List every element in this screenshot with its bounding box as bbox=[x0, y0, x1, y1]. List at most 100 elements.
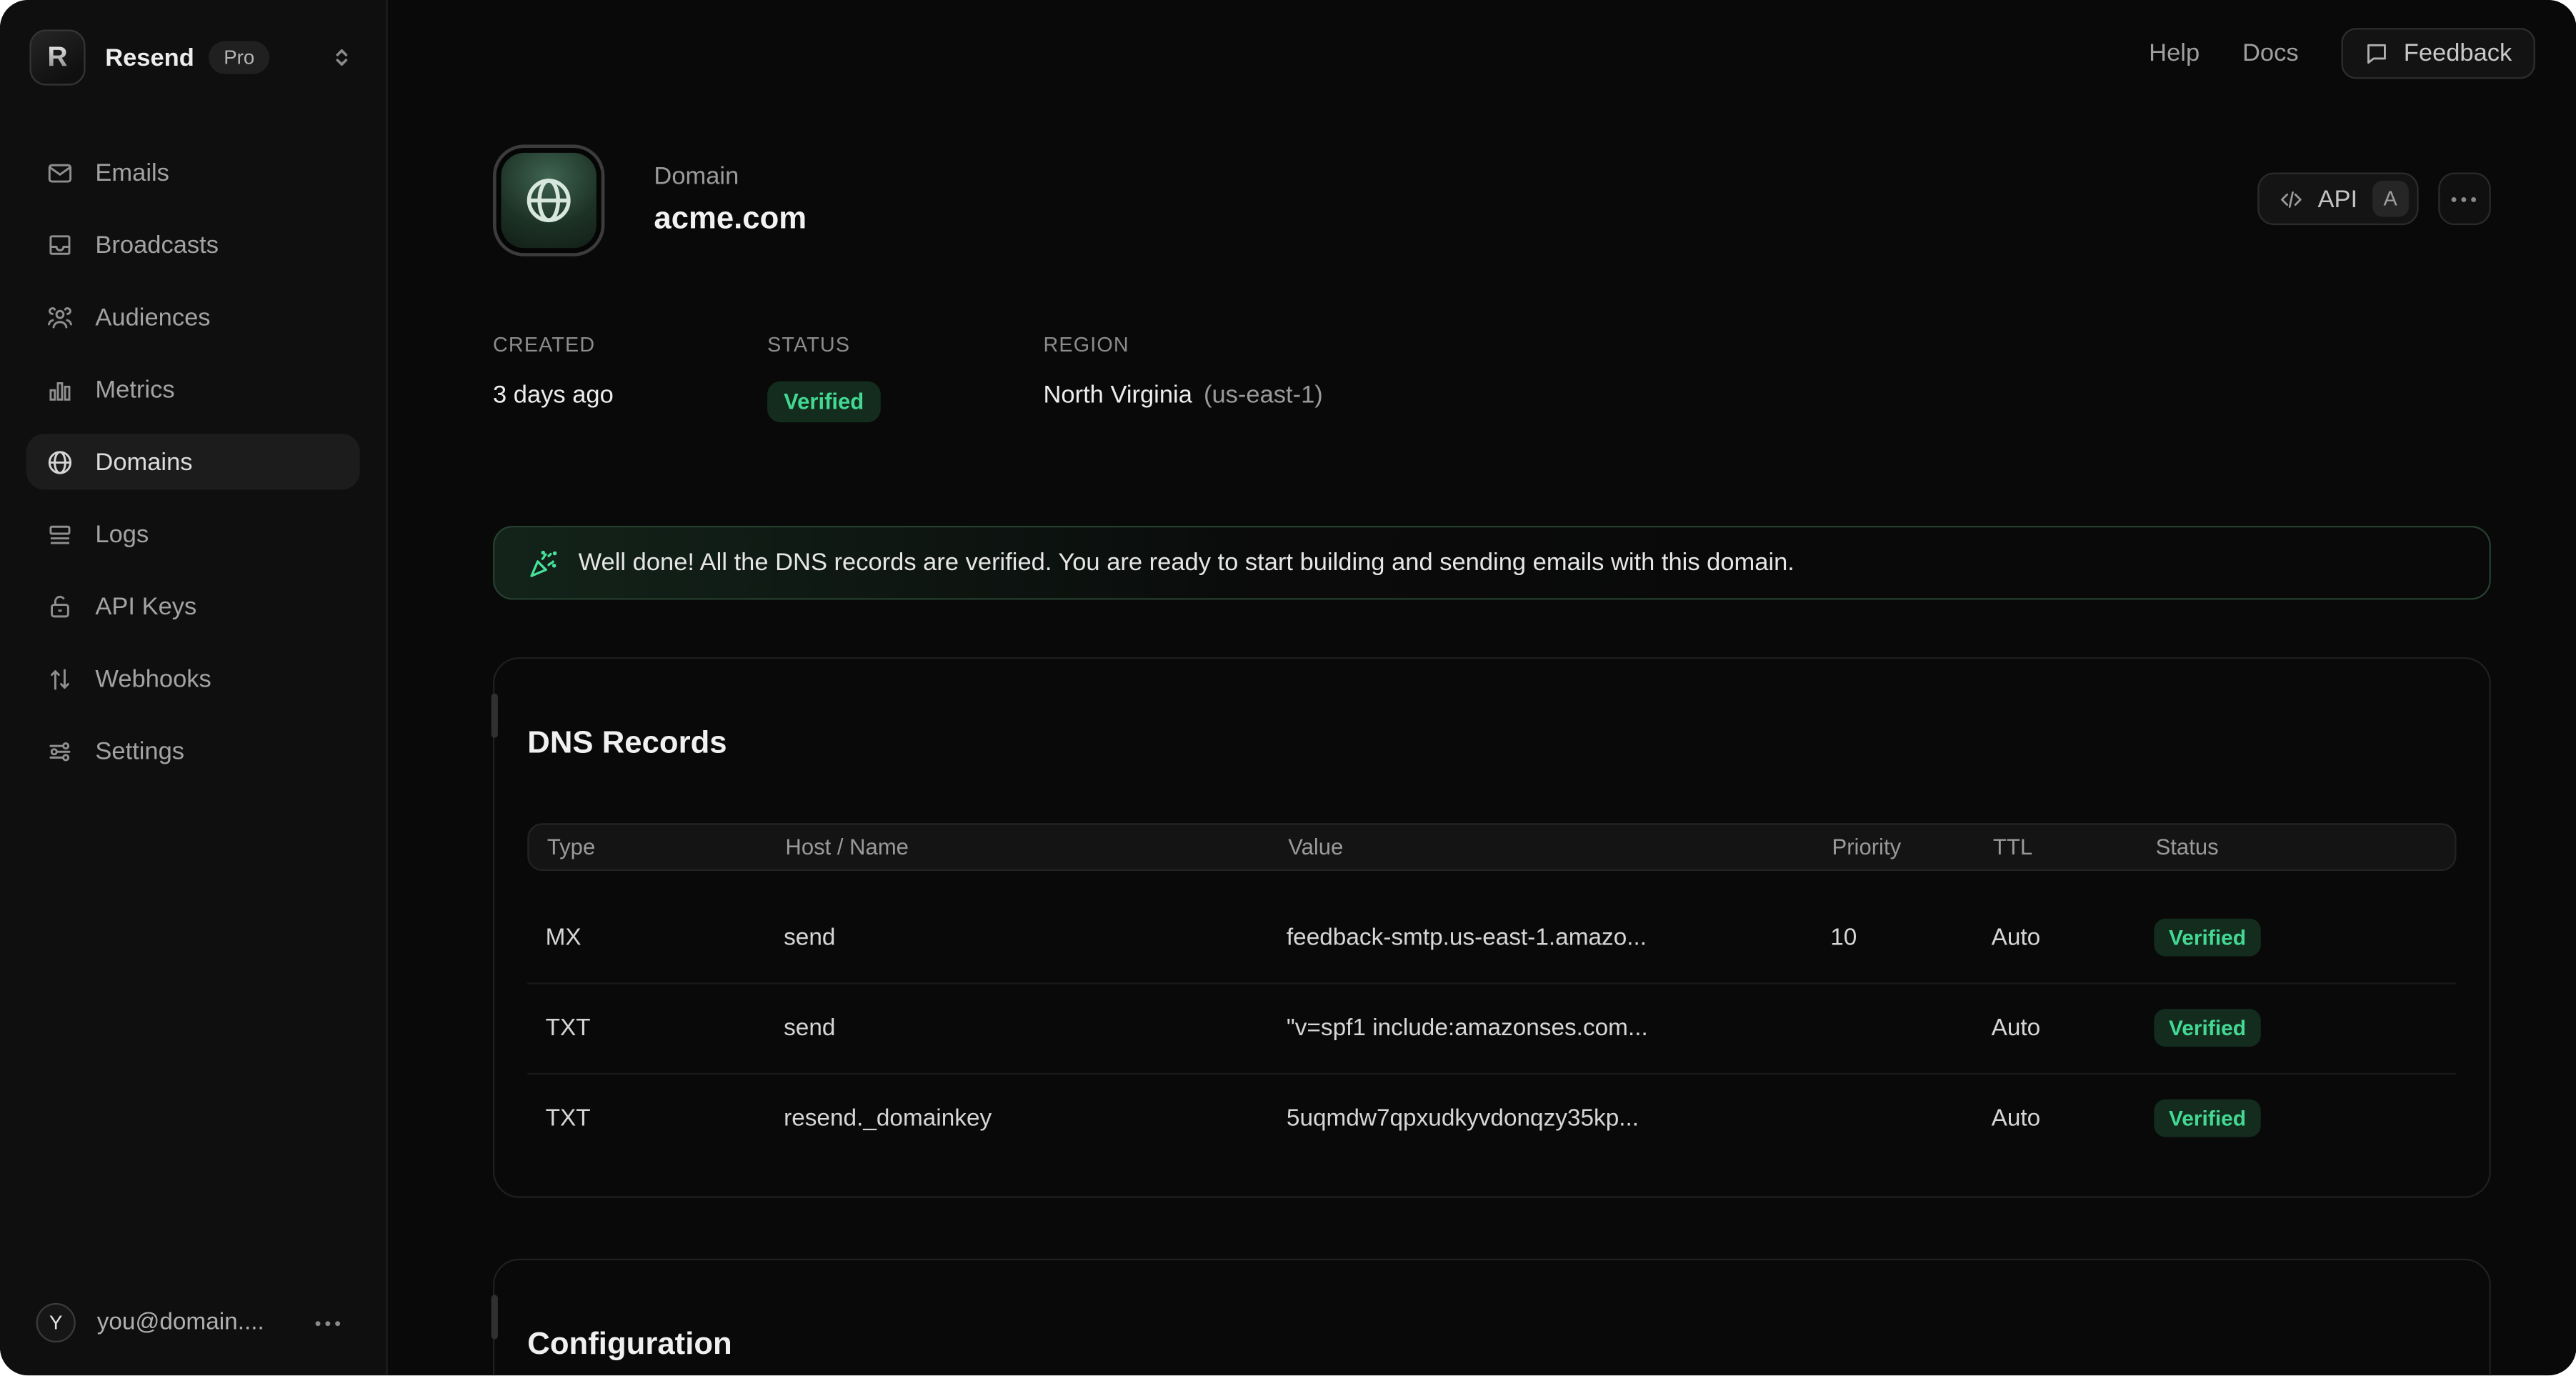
status-label: STATUS bbox=[767, 334, 1043, 357]
status-badge: Verified bbox=[767, 382, 880, 423]
inbox-icon bbox=[46, 231, 74, 259]
ellipsis-icon bbox=[2452, 196, 2477, 201]
domain-header: Domain acme.com API A bbox=[493, 144, 2490, 256]
lock-icon bbox=[46, 592, 74, 620]
record-priority: 10 bbox=[1812, 924, 1973, 951]
record-type: MX bbox=[527, 924, 765, 951]
chevron-up-down-icon[interactable] bbox=[330, 46, 353, 69]
created-value: 3 days ago bbox=[493, 382, 767, 409]
record-ttl: Auto bbox=[1973, 1105, 2136, 1132]
docs-link[interactable]: Docs bbox=[2242, 39, 2299, 67]
top-navigation: Help Docs Feedback bbox=[2149, 28, 2535, 79]
success-banner: Well done! All the DNS records are verif… bbox=[493, 526, 2490, 600]
region-value: North Virginia bbox=[1044, 382, 1192, 409]
dns-records-table: Type Host / Name Value Priority TTL Stat… bbox=[527, 823, 2456, 1163]
record-type: TXT bbox=[527, 1105, 765, 1132]
page-title: acme.com bbox=[654, 202, 807, 239]
sidebar-item-logs[interactable]: Logs bbox=[26, 506, 360, 562]
table-row: MX send feedback-smtp.us-east-1.amazo...… bbox=[527, 894, 2456, 982]
sidebar-item-label: Settings bbox=[95, 737, 184, 765]
sidebar-item-label: Emails bbox=[95, 159, 169, 186]
section-accent-bar bbox=[491, 694, 498, 738]
list-rows-icon bbox=[46, 520, 74, 548]
sidebar-item-webhooks[interactable]: Webhooks bbox=[26, 651, 360, 707]
feedback-button[interactable]: Feedback bbox=[2341, 28, 2535, 79]
column-header-priority: Priority bbox=[1814, 834, 1975, 859]
api-button-label: API bbox=[2317, 185, 2357, 213]
dns-records-card: DNS Records Type Host / Name Value Prior… bbox=[493, 657, 2490, 1197]
table-row: TXT send "v=spf1 include:amazonses.com..… bbox=[527, 982, 2456, 1073]
region-code: (us-east-1) bbox=[1204, 382, 1323, 409]
people-icon bbox=[46, 303, 74, 331]
resend-logo-icon: R bbox=[29, 29, 85, 85]
avatar: Y bbox=[36, 1304, 76, 1343]
sidebar-item-domains[interactable]: Domains bbox=[26, 434, 360, 489]
record-value: feedback-smtp.us-east-1.amazo... bbox=[1269, 924, 1812, 951]
record-type: TXT bbox=[527, 1015, 765, 1042]
ellipsis-icon[interactable] bbox=[316, 1321, 341, 1326]
sidebar: R Resend Pro Emails Broadcasts bbox=[0, 0, 388, 1376]
domain-kicker: Domain bbox=[654, 163, 807, 191]
help-link[interactable]: Help bbox=[2149, 39, 2200, 67]
keyboard-shortcut-badge: A bbox=[2372, 181, 2409, 217]
banner-message: Well done! All the DNS records are verif… bbox=[579, 549, 1794, 577]
record-host: resend._domainkey bbox=[766, 1105, 1269, 1132]
sidebar-item-api-keys[interactable]: API Keys bbox=[26, 579, 360, 634]
bar-chart-icon bbox=[46, 376, 74, 404]
speech-bubble-icon bbox=[2365, 41, 2390, 66]
domain-meta: CREATED 3 days ago STATUS Verified REGIO… bbox=[493, 334, 2490, 422]
column-header-type: Type bbox=[529, 834, 768, 859]
created-label: CREATED bbox=[493, 334, 767, 357]
sidebar-item-broadcasts[interactable]: Broadcasts bbox=[26, 217, 360, 273]
configuration-card: Configuration Click Tracking bbox=[493, 1258, 2490, 1376]
sidebar-item-label: API Keys bbox=[95, 592, 196, 620]
domain-tile bbox=[493, 144, 604, 256]
envelope-icon bbox=[46, 159, 74, 186]
sidebar-item-audiences[interactable]: Audiences bbox=[26, 289, 360, 345]
table-row: TXT resend._domainkey 5uqmdw7qpxudkyvdon… bbox=[527, 1072, 2456, 1163]
globe-icon bbox=[46, 448, 74, 476]
brand-name: Resend bbox=[105, 44, 194, 71]
verified-badge: Verified bbox=[2154, 1009, 2260, 1047]
record-host: send bbox=[766, 1015, 1269, 1042]
column-header-ttl: TTL bbox=[1975, 834, 2138, 859]
record-value: "v=spf1 include:amazonses.com... bbox=[1269, 1015, 1812, 1042]
sidebar-item-metrics[interactable]: Metrics bbox=[26, 362, 360, 417]
dns-records-title: DNS Records bbox=[527, 721, 2456, 765]
sidebar-item-label: Audiences bbox=[95, 303, 210, 331]
party-popper-icon bbox=[527, 547, 560, 579]
record-ttl: Auto bbox=[1973, 1015, 2136, 1042]
resend-app-window: R Resend Pro Emails Broadcasts bbox=[0, 0, 2576, 1376]
record-value: 5uqmdw7qpxudkyvdonqzy35kp... bbox=[1269, 1105, 1812, 1132]
sidebar-item-settings[interactable]: Settings bbox=[26, 723, 360, 779]
header-actions: API A bbox=[2257, 173, 2490, 226]
record-host: send bbox=[766, 924, 1269, 951]
code-brackets-icon bbox=[2278, 186, 2303, 211]
verified-badge: Verified bbox=[2154, 919, 2260, 957]
user-email: you@domain.... bbox=[97, 1310, 264, 1337]
sidebar-item-label: Broadcasts bbox=[95, 231, 219, 259]
configuration-title: Configuration bbox=[527, 1322, 2456, 1366]
workspace-switcher[interactable]: R Resend Pro bbox=[0, 0, 386, 102]
table-header-row: Type Host / Name Value Priority TTL Stat… bbox=[527, 823, 2456, 871]
arrows-up-down-icon bbox=[46, 664, 74, 692]
sidebar-item-label: Domains bbox=[95, 448, 192, 476]
sidebar-item-label: Metrics bbox=[95, 376, 174, 404]
region-label: REGION bbox=[1044, 334, 1323, 357]
sidebar-item-label: Logs bbox=[95, 520, 149, 548]
main-content: Help Docs Feedback Domain acme.com bbox=[388, 0, 2576, 1376]
column-header-host: Host / Name bbox=[767, 834, 1270, 859]
section-accent-bar bbox=[491, 1295, 498, 1339]
sidebar-item-emails[interactable]: Emails bbox=[26, 144, 360, 200]
user-account[interactable]: Y you@domain.... bbox=[0, 1281, 386, 1376]
column-header-value: Value bbox=[1270, 834, 1814, 859]
screenshot-stage: R Resend Pro Emails Broadcasts bbox=[0, 0, 2576, 1376]
more-options-button[interactable] bbox=[2438, 173, 2491, 226]
column-header-status: Status bbox=[2137, 834, 2455, 859]
sliders-icon bbox=[46, 737, 74, 765]
api-button[interactable]: API A bbox=[2257, 173, 2418, 226]
domain-page: Domain acme.com API A bbox=[388, 0, 2576, 1376]
feedback-label: Feedback bbox=[2404, 39, 2512, 67]
globe-icon bbox=[521, 173, 576, 229]
verified-badge: Verified bbox=[2154, 1100, 2260, 1137]
